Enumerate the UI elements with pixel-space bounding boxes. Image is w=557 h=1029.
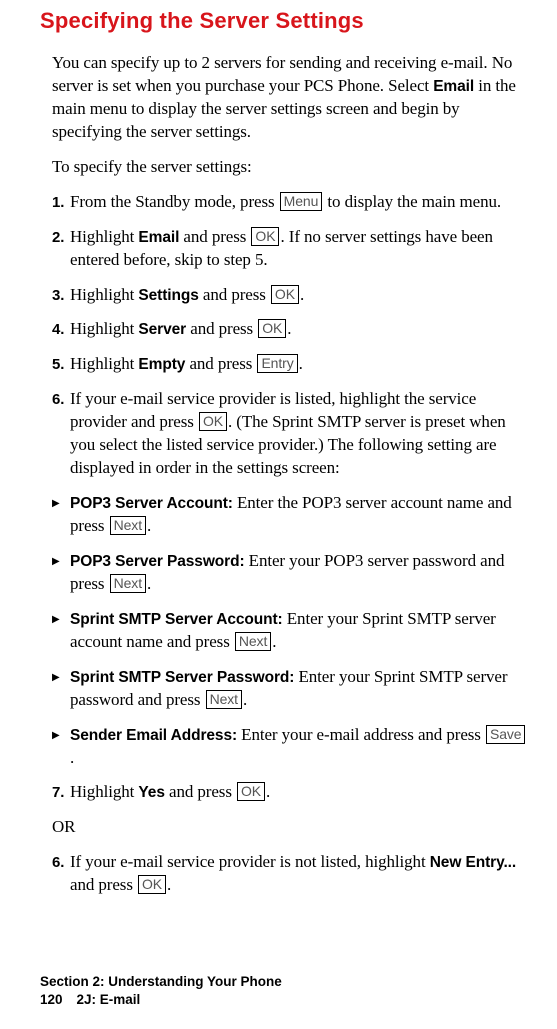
step-body: If your e-mail service provider is liste…: [70, 388, 527, 480]
step-bold: Email: [138, 229, 179, 246]
step-number: 6.: [52, 851, 70, 897]
step-text: and press: [165, 782, 236, 801]
step-6: 6. If your e-mail service provider is li…: [52, 388, 527, 480]
step-text: Highlight: [70, 354, 138, 373]
step-text: and press: [185, 354, 256, 373]
step-body: Highlight Yes and press OK.: [70, 781, 527, 804]
bullet-bold: Sprint SMTP Server Account:: [70, 611, 283, 628]
step-text: and press: [70, 875, 137, 894]
step-number: 7.: [52, 781, 70, 804]
step-bold: Server: [138, 321, 186, 338]
entry-key-icon: Entry: [257, 354, 297, 373]
step-text: From the Standby mode, press: [70, 192, 279, 211]
ok-key-icon: OK: [138, 875, 166, 894]
next-key-icon: Next: [110, 574, 146, 593]
triangle-bullet-icon: ▶: [52, 492, 70, 538]
step-number: 3.: [52, 284, 70, 307]
step-bold: Empty: [138, 356, 185, 373]
or-separator: OR: [52, 816, 527, 839]
bullet-body: Sender Email Address: Enter your e-mail …: [70, 724, 527, 770]
triangle-bullet-icon: ▶: [52, 666, 70, 712]
triangle-bullet-icon: ▶: [52, 608, 70, 654]
ok-key-icon: OK: [251, 227, 279, 246]
step-text: and press: [186, 319, 257, 338]
step-text: Highlight: [70, 782, 138, 801]
step-bold: New Entry...: [430, 854, 516, 871]
bullet-bold: POP3 Server Account:: [70, 495, 233, 512]
step-body: Highlight Empty and press Entry.: [70, 353, 527, 376]
bullet-pop3-account: ▶ POP3 Server Account: Enter the POP3 se…: [52, 492, 527, 538]
bullet-bold: POP3 Server Password:: [70, 553, 245, 570]
step-number: 4.: [52, 318, 70, 341]
bullet-text: .: [243, 690, 247, 709]
step-number: 6.: [52, 388, 70, 480]
step-number: 2.: [52, 226, 70, 272]
content-block: You can specify up to 2 servers for send…: [40, 52, 527, 897]
bullet-smtp-password: ▶ Sprint SMTP Server Password: Enter you…: [52, 666, 527, 712]
step-text: and press: [199, 285, 270, 304]
triangle-bullet-icon: ▶: [52, 724, 70, 770]
step-2: 2. Highlight Email and press OK. If no s…: [52, 226, 527, 272]
page-footer: Section 2: Understanding Your Phone 120 …: [40, 973, 282, 1009]
footer-section-title: Section 2: Understanding Your Phone: [40, 973, 282, 991]
step-7: 7. Highlight Yes and press OK.: [52, 781, 527, 804]
step-text: .: [300, 285, 304, 304]
lead-paragraph: To specify the server settings:: [52, 156, 527, 179]
step-body: Highlight Settings and press OK.: [70, 284, 527, 307]
bullet-text: .: [147, 574, 151, 593]
bullet-bold: Sender Email Address:: [70, 727, 237, 744]
step-body: From the Standby mode, press Menu to dis…: [70, 191, 527, 214]
step-body: If your e-mail service provider is not l…: [70, 851, 527, 897]
page-heading: Specifying the Server Settings: [40, 8, 527, 34]
bullet-text: Enter your e-mail address and press: [237, 725, 485, 744]
intro-bold: Email: [433, 78, 474, 95]
step-text: .: [287, 319, 291, 338]
ok-key-icon: OK: [199, 412, 227, 431]
bullet-text: .: [70, 748, 74, 767]
ok-key-icon: OK: [237, 782, 265, 801]
step-text: Highlight: [70, 319, 138, 338]
menu-key-icon: Menu: [280, 192, 323, 211]
step-1: 1. From the Standby mode, press Menu to …: [52, 191, 527, 214]
bullet-body: Sprint SMTP Server Password: Enter your …: [70, 666, 527, 712]
bullet-text: .: [147, 516, 151, 535]
bullet-pop3-password: ▶ POP3 Server Password: Enter your POP3 …: [52, 550, 527, 596]
step-body: Highlight Server and press OK.: [70, 318, 527, 341]
step-4: 4. Highlight Server and press OK.: [52, 318, 527, 341]
step-text: and press: [179, 227, 250, 246]
step-body: Highlight Email and press OK. If no serv…: [70, 226, 527, 272]
step-bold: Yes: [138, 784, 164, 801]
step-text: If your e-mail service provider is not l…: [70, 852, 430, 871]
bullet-text: .: [272, 632, 276, 651]
bullet-body: POP3 Server Password: Enter your POP3 se…: [70, 550, 527, 596]
step-6-alt: 6. If your e-mail service provider is no…: [52, 851, 527, 897]
step-3: 3. Highlight Settings and press OK.: [52, 284, 527, 307]
step-text: .: [266, 782, 270, 801]
intro-paragraph: You can specify up to 2 servers for send…: [52, 52, 527, 144]
save-key-icon: Save: [486, 725, 526, 744]
step-text: Highlight: [70, 227, 138, 246]
step-text: to display the main menu.: [323, 192, 501, 211]
step-number: 1.: [52, 191, 70, 214]
next-key-icon: Next: [110, 516, 146, 535]
ok-key-icon: OK: [271, 285, 299, 304]
next-key-icon: Next: [206, 690, 242, 709]
ok-key-icon: OK: [258, 319, 286, 338]
bullet-body: POP3 Server Account: Enter the POP3 serv…: [70, 492, 527, 538]
step-text: Highlight: [70, 285, 138, 304]
step-text: .: [167, 875, 171, 894]
step-number: 5.: [52, 353, 70, 376]
next-key-icon: Next: [235, 632, 271, 651]
step-5: 5. Highlight Empty and press Entry.: [52, 353, 527, 376]
bullet-smtp-account: ▶ Sprint SMTP Server Account: Enter your…: [52, 608, 527, 654]
bullet-bold: Sprint SMTP Server Password:: [70, 669, 294, 686]
triangle-bullet-icon: ▶: [52, 550, 70, 596]
bullet-sender-email: ▶ Sender Email Address: Enter your e-mai…: [52, 724, 527, 770]
step-text: .: [299, 354, 303, 373]
step-bold: Settings: [138, 287, 198, 304]
bullet-body: Sprint SMTP Server Account: Enter your S…: [70, 608, 527, 654]
page-number: 120: [40, 991, 63, 1009]
footer-chapter: 2J: E-mail: [77, 991, 141, 1009]
